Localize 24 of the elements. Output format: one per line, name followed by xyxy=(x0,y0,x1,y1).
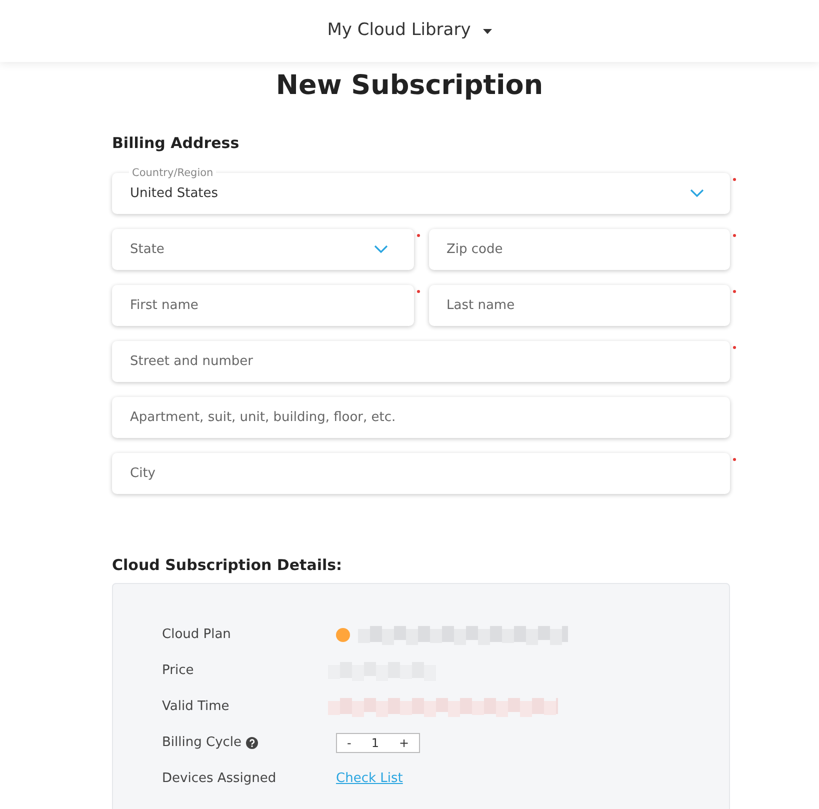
detail-label: Devices Assigned xyxy=(162,770,276,788)
help-icon[interactable] xyxy=(246,736,258,748)
input-field[interactable]: Zip code xyxy=(428,229,730,270)
chevron-down-icon xyxy=(690,189,704,198)
field-label: Country/Region xyxy=(129,167,216,179)
increment-button[interactable]: + xyxy=(388,734,420,752)
detail-label: Valid Time xyxy=(162,698,230,716)
input-field[interactable]: First name xyxy=(112,285,414,326)
detail-label: Cloud Plan xyxy=(162,626,231,644)
input-field[interactable]: City xyxy=(112,453,730,494)
quantity-value: 1 xyxy=(370,734,380,752)
detail-label: Billing Cycle xyxy=(162,734,242,752)
page-title: New Subscription xyxy=(274,69,544,103)
input-field[interactable]: Street and number xyxy=(112,341,730,382)
chevron-down-icon xyxy=(374,245,388,254)
decrement-button[interactable]: - xyxy=(337,734,362,752)
detail-label: Price xyxy=(162,662,194,680)
input-field[interactable]: Last name xyxy=(428,285,730,326)
section-heading: Billing Address xyxy=(112,132,240,154)
select-field[interactable]: State xyxy=(112,229,414,270)
section-heading: Cloud Subscription Details: xyxy=(112,555,344,576)
caret-icon xyxy=(482,28,492,34)
input-field[interactable]: Apartment, suit, unit, building, floor, etc. xyxy=(112,397,730,438)
library-dropdown[interactable]: My Cloud Library xyxy=(327,18,492,44)
